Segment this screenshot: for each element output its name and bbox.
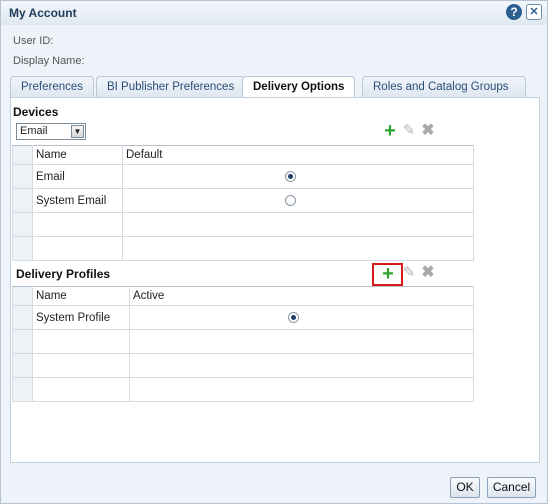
default-radio[interactable] bbox=[285, 194, 296, 206]
tab-roles-and-catalog-groups[interactable]: Roles and Catalog Groups bbox=[362, 76, 526, 98]
dialog-title: My Account bbox=[9, 6, 77, 20]
empty-row bbox=[12, 329, 474, 354]
devices-table: Name Default Email System Email bbox=[12, 145, 474, 261]
table-header-row: Name Active bbox=[12, 286, 474, 306]
delete-device-x-icon[interactable]: ✖ bbox=[419, 122, 437, 140]
user-id-label: User ID: bbox=[13, 35, 54, 47]
device-name-cell: System Email bbox=[32, 188, 123, 213]
table-header-row: Name Default bbox=[12, 145, 474, 165]
cancel-button[interactable]: Cancel bbox=[487, 477, 536, 498]
device-type-select[interactable]: Email ▼ bbox=[16, 123, 86, 140]
delete-profile-x-icon[interactable]: ✖ bbox=[419, 264, 437, 282]
column-header-default[interactable]: Default bbox=[122, 145, 474, 165]
my-account-dialog: My Account ? ✕ User ID: Display Name: Pr… bbox=[0, 0, 548, 504]
empty-row bbox=[12, 377, 474, 402]
edit-profile-pencil-icon[interactable]: ✎ bbox=[400, 264, 418, 282]
device-type-value: Email bbox=[20, 125, 48, 137]
table-row[interactable]: System Email bbox=[12, 188, 474, 213]
ok-button[interactable]: OK bbox=[450, 477, 480, 498]
close-icon[interactable]: ✕ bbox=[526, 4, 542, 20]
active-radio[interactable] bbox=[288, 311, 299, 323]
add-profile-plus-icon[interactable]: + bbox=[379, 264, 397, 284]
help-icon[interactable]: ? bbox=[506, 4, 522, 20]
column-header-active[interactable]: Active bbox=[129, 286, 474, 306]
tab-delivery-options[interactable]: Delivery Options bbox=[242, 76, 356, 99]
tab-bi-publisher-preferences[interactable]: BI Publisher Preferences bbox=[96, 76, 246, 98]
column-header-name[interactable]: Name bbox=[32, 286, 130, 306]
device-name-cell: Email bbox=[32, 164, 123, 189]
empty-row bbox=[12, 212, 474, 237]
tab-bar: Preferences BI Publisher Preferences Del… bbox=[10, 76, 540, 99]
chevron-down-icon[interactable]: ▼ bbox=[71, 125, 84, 138]
delivery-profiles-title: Delivery Profiles bbox=[16, 267, 111, 281]
table-row[interactable]: Email bbox=[12, 164, 474, 189]
edit-device-pencil-icon[interactable]: ✎ bbox=[400, 122, 418, 140]
delivery-profiles-table: Name Active System Profile bbox=[12, 286, 474, 402]
column-header-name[interactable]: Name bbox=[32, 145, 123, 165]
display-name-label: Display Name: bbox=[13, 55, 85, 67]
default-radio[interactable] bbox=[285, 170, 296, 182]
dialog-titlebar: My Account ? ✕ bbox=[1, 1, 547, 25]
table-row[interactable]: System Profile bbox=[12, 305, 474, 330]
add-device-plus-icon[interactable]: + bbox=[381, 121, 399, 141]
empty-row bbox=[12, 353, 474, 378]
empty-row bbox=[12, 236, 474, 261]
profile-name-cell: System Profile bbox=[32, 305, 130, 330]
devices-title: Devices bbox=[13, 105, 59, 119]
tab-preferences[interactable]: Preferences bbox=[10, 76, 95, 98]
